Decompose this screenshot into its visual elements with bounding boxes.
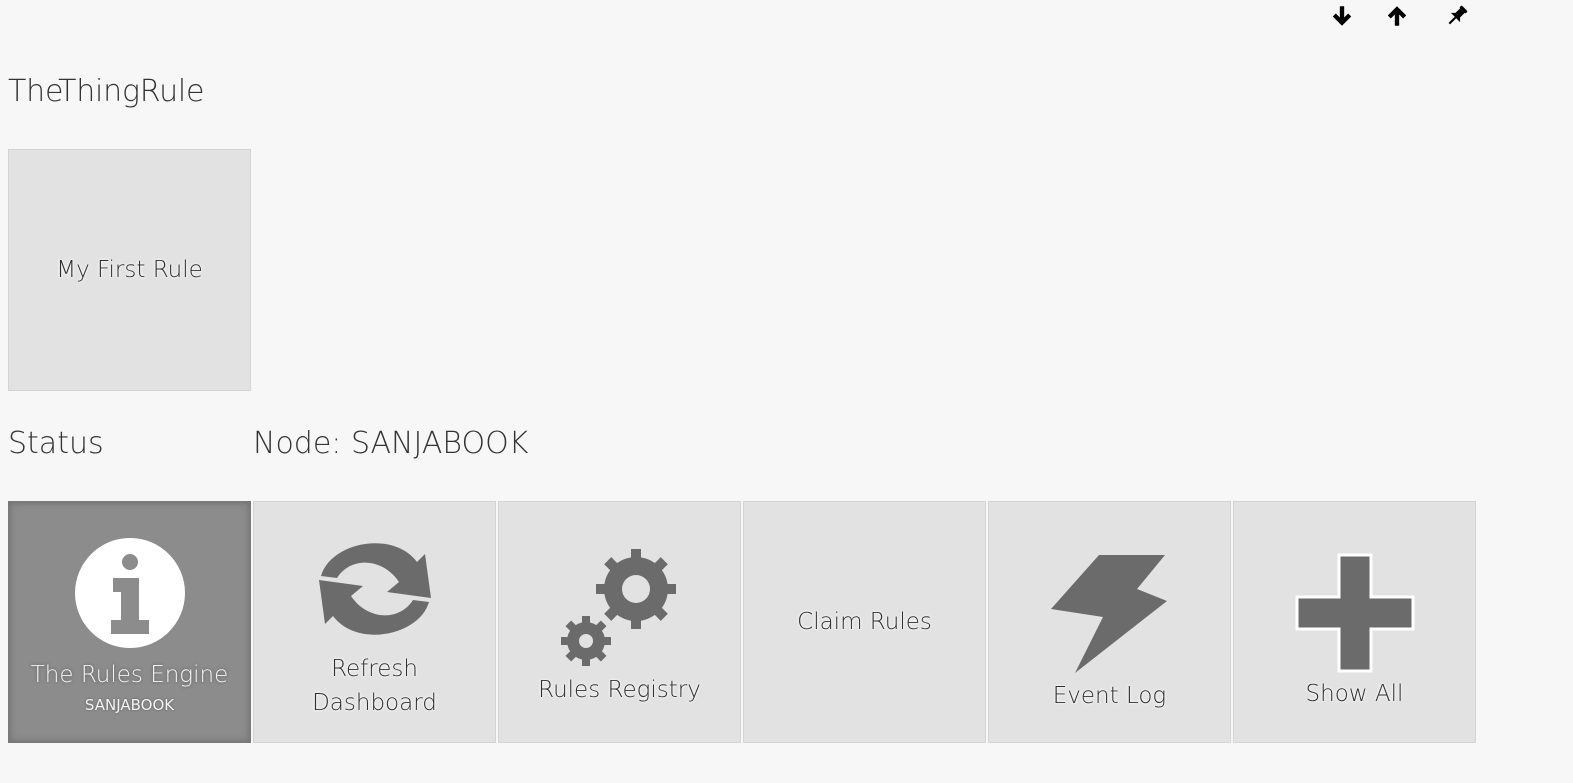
rule-tile-my-first-rule[interactable]: My First Rule: [8, 149, 251, 391]
toolbar: [1318, 0, 1488, 34]
node-label: Node: SANJABOOK: [253, 426, 529, 461]
info-icon: [73, 536, 187, 650]
status-label: Status: [8, 426, 104, 461]
lightning-icon: [1049, 553, 1171, 675]
event-log-tile[interactable]: Event Log: [988, 501, 1231, 743]
refresh-dashboard-label: Refresh Dashboard: [312, 656, 437, 716]
refresh-icon: [313, 528, 437, 650]
refresh-dashboard-tile[interactable]: Refresh Dashboard: [253, 501, 496, 743]
event-log-label: Event Log: [1052, 683, 1167, 709]
pin-icon[interactable]: [1443, 2, 1471, 30]
show-all-label: Show All: [1305, 681, 1404, 707]
arrow-down-icon[interactable]: [1328, 2, 1356, 30]
gears-icon: [558, 547, 682, 667]
rules-engine-tile[interactable]: The Rules Engine SANJABOOK: [8, 501, 251, 743]
rule-tile-label: My First Rule: [56, 257, 203, 283]
rules-engine-label: The Rules Engine: [30, 662, 229, 688]
arrow-up-icon[interactable]: [1383, 2, 1411, 30]
rules-registry-label: Rules Registry: [538, 677, 701, 703]
show-all-tile[interactable]: Show All: [1233, 501, 1476, 743]
page-title: TheThingRule: [8, 74, 205, 109]
claim-rules-tile[interactable]: Claim Rules: [743, 501, 986, 743]
claim-rules-label: Claim Rules: [797, 609, 932, 635]
rules-registry-tile[interactable]: Rules Registry: [498, 501, 741, 743]
plus-icon: [1295, 553, 1415, 673]
rules-engine-node: SANJABOOK: [84, 696, 175, 714]
